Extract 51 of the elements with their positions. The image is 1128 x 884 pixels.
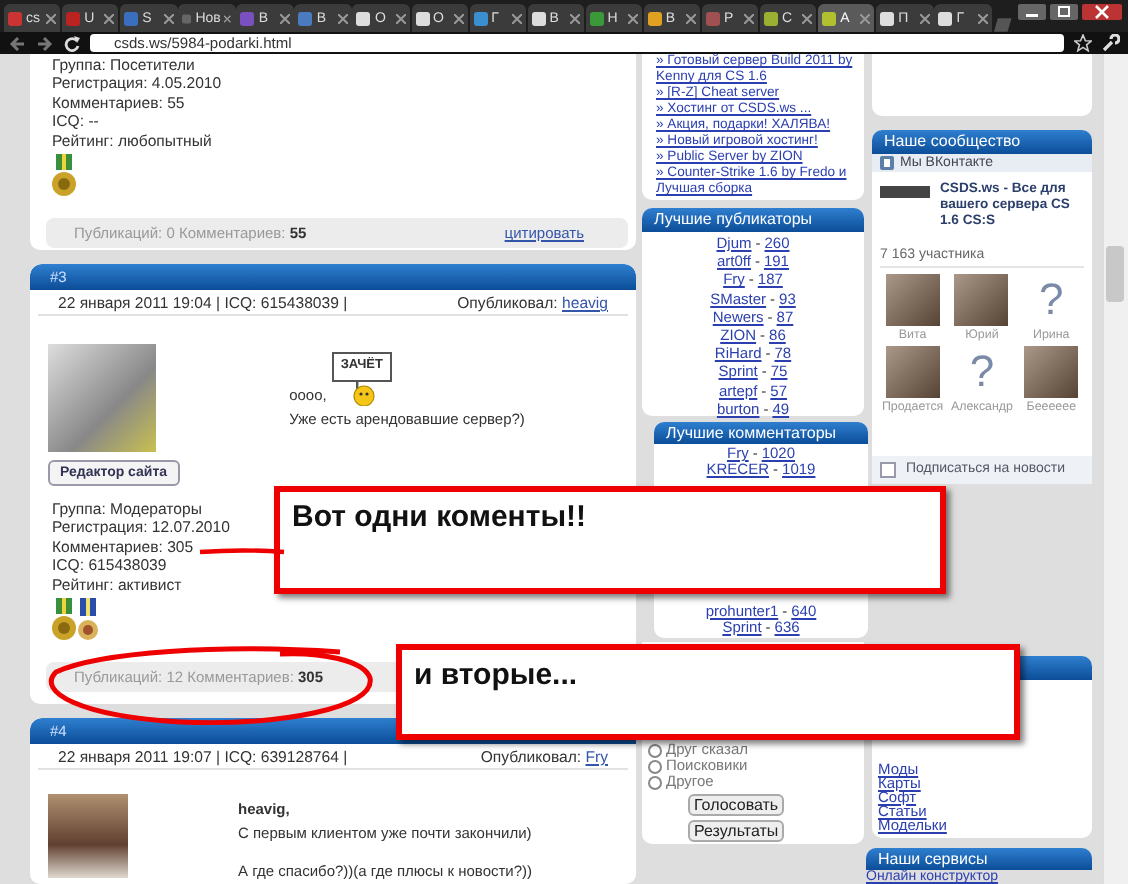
poll-button[interactable]: Голосовать [688,794,785,816]
member-photo-placeholder[interactable] [1024,346,1079,399]
medal-icon [52,154,76,199]
tab-favicon-icon [298,11,313,25]
scrollbar-thumb[interactable] [1104,246,1126,302]
panel-header: Наши сервисы [866,848,1092,871]
vk-logo-icon [880,155,894,170]
callout-box: Вот одни коменты!! [274,486,946,594]
group-logo [880,185,930,198]
radio-icon[interactable] [648,775,662,789]
tab-favicon-icon [473,11,488,25]
medal-icon [52,598,76,643]
medal-icon [78,598,98,643]
tab-favicon-icon [880,11,895,25]
member-photo-placeholder[interactable] [954,274,1009,327]
radio-icon[interactable] [648,743,662,757]
tab-favicon-icon [356,11,371,25]
star-icon[interactable] [1074,34,1092,52]
tab-favicon-icon [531,11,546,25]
new-tab-icon[interactable] [992,18,1013,32]
panel-header: Наше сообщество [872,129,1092,154]
tab-favicon-icon [938,11,953,25]
annotation-underline [198,546,286,556]
callout-box: и вторые... [396,644,1020,740]
panel-header: Лучшие публикаторы [642,208,864,232]
minimize-icon[interactable] [1018,4,1047,20]
tab-favicon-icon [66,11,81,25]
radio-icon[interactable] [648,759,662,773]
tab-favicon-icon [647,11,662,25]
tab-favicon-icon [124,11,139,25]
forward-icon[interactable] [36,35,54,51]
tab-favicon-icon [589,11,604,25]
maximize-icon[interactable] [1050,4,1079,20]
close-icon[interactable] [1082,4,1123,20]
panel-header: Лучшие комментаторы [654,422,868,444]
tab-favicon-icon [705,11,720,25]
wrench-icon[interactable] [1102,34,1120,52]
tab-favicon-icon [764,11,779,25]
avatar-photo-placeholder [48,794,128,878]
tab-favicon-icon [240,11,255,25]
tab-favicon-icon [822,11,837,25]
tab-favicon-icon [415,11,430,25]
avatar-photo-placeholder [48,344,156,452]
back-icon[interactable] [8,35,26,51]
poll-button[interactable]: Результаты [688,820,785,842]
member-photo-placeholder[interactable] [885,346,940,399]
tab-favicon-icon [8,11,22,25]
tab-favicon-icon [182,11,192,25]
reload-icon[interactable] [64,35,80,51]
member-photo-placeholder[interactable] [885,274,940,327]
checkbox-icon[interactable] [880,461,896,478]
